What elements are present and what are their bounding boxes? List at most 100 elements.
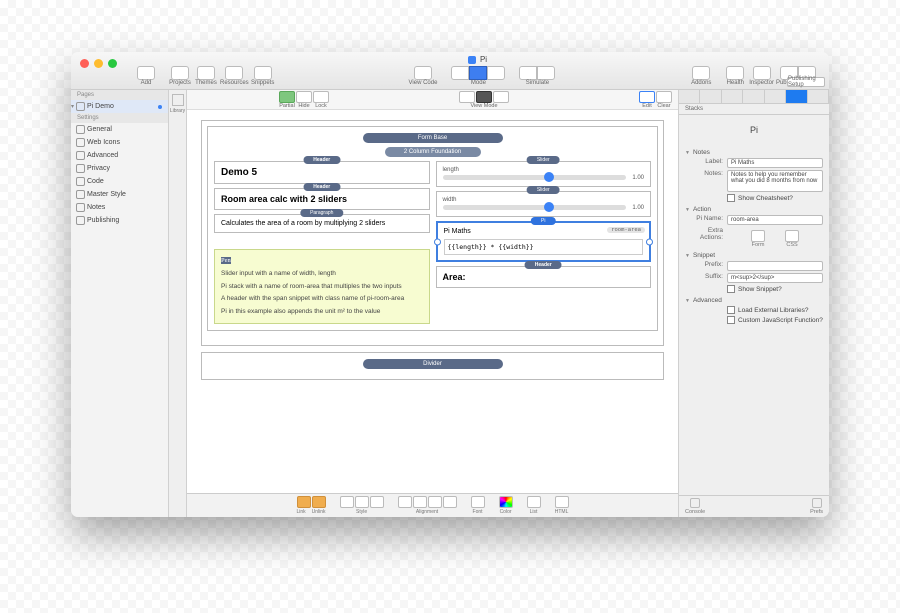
inspector-button[interactable]: Inspector — [749, 66, 774, 86]
pen-block[interactable]: Pen Slider input with a name of width, l… — [214, 249, 430, 324]
app-window: Pi Add Projects Themes Resources Snippet… — [71, 52, 829, 517]
sidebar-item-publishing[interactable]: Publishing — [71, 214, 168, 227]
viewcode-button[interactable]: View Code — [409, 66, 438, 86]
canvas-toolbar: Partial Hide Lock View Mode Edit Clear — [187, 90, 678, 110]
library-icon[interactable] — [172, 94, 184, 106]
document-icon — [468, 56, 476, 64]
two-col-tag[interactable]: 2 Column Foundation — [385, 147, 481, 157]
heading-demo5[interactable]: HeaderDemo 5 — [214, 161, 430, 184]
themes-button[interactable]: Themes — [194, 66, 218, 86]
insp-tab-5[interactable] — [765, 90, 786, 103]
pi-name-badge: room-area — [607, 227, 645, 233]
slider-length[interactable]: Slider length 1.00 — [436, 161, 652, 187]
prefs-icon[interactable] — [812, 498, 822, 508]
section-action[interactable]: Action — [685, 206, 823, 213]
insp-tab-4[interactable] — [743, 90, 764, 103]
insp-tab-7[interactable] — [808, 90, 829, 103]
zoom-icon[interactable] — [108, 59, 117, 68]
snippets-button[interactable]: Snippets — [251, 66, 275, 86]
insp-tab-active[interactable] — [786, 90, 807, 103]
slider-knob-icon[interactable] — [544, 172, 554, 182]
link-group[interactable]: LinkUnlink — [296, 496, 325, 515]
heading-area[interactable]: HeaderArea: — [436, 266, 652, 288]
alignment-group[interactable]: Alignment — [398, 496, 457, 515]
heading-sub[interactable]: HeaderRoom area calc with 2 sliders — [214, 188, 430, 210]
divider-block[interactable]: Divider — [201, 352, 664, 380]
style-group[interactable]: Style — [340, 496, 384, 515]
sidebar-item-general[interactable]: General — [71, 123, 168, 136]
css-action-icon[interactable] — [785, 230, 799, 242]
insp-tab-3[interactable] — [722, 90, 743, 103]
sidebar-item-webicons[interactable]: Web Icons — [71, 136, 168, 149]
insp-tab-1[interactable] — [679, 90, 700, 103]
sidebar-item-notes[interactable]: Notes — [71, 201, 168, 214]
inspector-panel: Stacks Pi Notes Label:Pi Maths Notes:Not… — [679, 90, 829, 517]
sidebar-item-privacy[interactable]: Privacy — [71, 162, 168, 175]
showsnippet-checkbox[interactable]: Show Snippet? — [727, 285, 823, 293]
section-advanced[interactable]: Advanced — [685, 297, 823, 304]
minimize-icon[interactable] — [94, 59, 103, 68]
add-button[interactable]: Add — [134, 66, 158, 86]
inspector-title: Pi — [685, 119, 823, 145]
pi-block[interactable]: Pi Pi Maths room-area {{length}} * {{wid… — [436, 221, 652, 262]
sidebar-item-advanced[interactable]: Advanced — [71, 149, 168, 162]
pages-heading: Pages — [71, 90, 168, 100]
font-button[interactable]: Font — [471, 496, 485, 515]
inspector-footer: Console Prefs — [679, 495, 829, 517]
page-block[interactable]: Form Base 2 Column Foundation HeaderDemo… — [201, 120, 664, 346]
insp-tab-2[interactable] — [700, 90, 721, 103]
unlink-icon — [312, 496, 326, 508]
piname-input[interactable]: room-area — [727, 215, 823, 225]
publishing-tab[interactable]: Publishing Setup — [787, 77, 825, 87]
color-button[interactable]: Color — [499, 496, 513, 515]
topright-tabs: Publishing Setup — [787, 77, 825, 87]
partial-button[interactable] — [279, 91, 295, 103]
addons-button[interactable]: Addons — [689, 66, 713, 86]
label-input[interactable]: Pi Maths — [727, 158, 823, 168]
html-button[interactable]: HTML — [555, 496, 569, 515]
settings-heading: Settings — [71, 113, 168, 123]
pi-expression: {{length}} * {{width}} — [444, 239, 644, 255]
prefix-input[interactable] — [727, 261, 823, 271]
close-icon[interactable] — [80, 59, 89, 68]
form-base-tag[interactable]: Form Base — [363, 133, 503, 143]
paragraph-block[interactable]: ParagraphCalculates the area of a room b… — [214, 214, 430, 233]
projects-button[interactable]: Projects — [168, 66, 192, 86]
edit-button[interactable] — [639, 91, 655, 103]
library-label: Library — [170, 108, 185, 114]
window-controls — [71, 52, 126, 75]
canvas-area: Partial Hide Lock View Mode Edit Clear — [187, 90, 679, 517]
list-button[interactable]: List — [527, 496, 541, 515]
stacks-label: Stacks — [679, 104, 829, 115]
section-notes[interactable]: Notes — [685, 149, 823, 156]
customjs-checkbox[interactable]: Custom JavaScript Function? — [727, 316, 823, 324]
section-snippet[interactable]: Snippet — [685, 252, 823, 259]
cheatsheet-checkbox[interactable]: Show Cheatsheet? — [727, 194, 823, 202]
link-icon — [297, 496, 311, 508]
sidebar: Pages ▾Pi Demo Settings General Web Icon… — [71, 90, 169, 517]
page-pi-demo[interactable]: ▾Pi Demo — [71, 100, 168, 113]
clear-button[interactable] — [656, 91, 672, 103]
health-button[interactable]: Health — [723, 66, 747, 86]
library-column: Library — [169, 90, 187, 517]
slider-width[interactable]: Slider width 1.00 — [436, 191, 652, 217]
sidebar-item-masterstyle[interactable]: Master Style — [71, 188, 168, 201]
extlib-checkbox[interactable]: Load External Libraries? — [727, 306, 823, 314]
sidebar-item-code[interactable]: Code — [71, 175, 168, 188]
suffix-input[interactable]: m<sup>2</sup> — [727, 273, 823, 283]
divider-tag: Divider — [363, 359, 503, 369]
titlebar: Pi Add Projects Themes Resources Snippet… — [71, 52, 829, 90]
simulate-button[interactable]: Simulate — [519, 66, 555, 86]
resources-button[interactable]: Resources — [220, 66, 249, 86]
notes-input[interactable]: Notes to help you remember what you did … — [727, 170, 823, 192]
lock-button[interactable] — [313, 91, 329, 103]
visibility-group: Partial Hide Lock — [279, 91, 329, 109]
hide-button[interactable] — [296, 91, 312, 103]
inspector-tabs — [679, 90, 829, 104]
pi-title: Pi Maths — [444, 228, 471, 235]
slider-knob-icon[interactable] — [544, 202, 554, 212]
mode-button[interactable]: Mode — [451, 66, 505, 86]
form-action-icon[interactable] — [751, 230, 765, 242]
console-icon[interactable] — [690, 498, 700, 508]
viewmode-group[interactable]: View Mode — [459, 91, 509, 109]
